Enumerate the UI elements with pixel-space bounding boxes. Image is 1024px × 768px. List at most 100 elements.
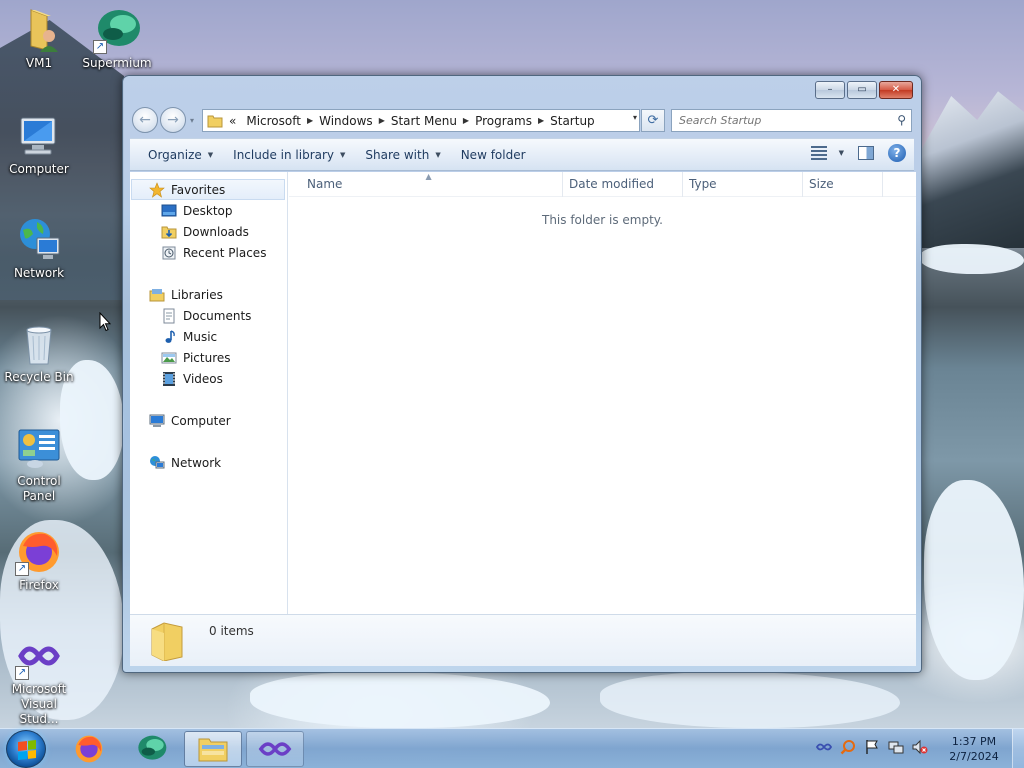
nav-network[interactable]: Network bbox=[130, 452, 287, 473]
taskbar-supermium[interactable] bbox=[122, 731, 180, 767]
breadcrumb-startup[interactable]: Startup bbox=[544, 114, 601, 128]
maximize-button[interactable]: ▭ bbox=[847, 81, 877, 99]
breadcrumb-start-menu[interactable]: Start Menu ▶ bbox=[385, 114, 469, 128]
minimize-button[interactable]: – bbox=[815, 81, 845, 99]
desktop-wallpaper-ice bbox=[600, 672, 900, 728]
empty-folder-message: This folder is empty. bbox=[542, 213, 663, 227]
breadcrumb-microsoft[interactable]: Microsoft ▶ bbox=[240, 114, 313, 128]
taskbar-windows-explorer[interactable] bbox=[184, 731, 242, 767]
navigation-pane: Favorites Desktop Downloads Recent Place… bbox=[130, 172, 288, 614]
search-tray-icon[interactable] bbox=[840, 739, 856, 755]
action-center-flag-icon[interactable] bbox=[864, 739, 880, 755]
desktop-icon-control-panel[interactable]: Control Panel bbox=[0, 424, 78, 504]
desktop-icon-firefox[interactable]: ↗ Firefox bbox=[0, 528, 78, 593]
mouse-cursor-icon bbox=[99, 312, 111, 332]
organize-button[interactable]: Organize ▼ bbox=[138, 148, 223, 162]
folder-icon bbox=[207, 115, 223, 127]
caret-down-icon: ▼ bbox=[207, 150, 214, 159]
visual-studio-icon bbox=[258, 742, 292, 756]
column-header-date-modified[interactable]: Date modified bbox=[563, 172, 683, 197]
main-panes: Favorites Desktop Downloads Recent Place… bbox=[130, 172, 916, 614]
network-tray-icon[interactable] bbox=[888, 739, 904, 755]
forward-button[interactable]: → bbox=[160, 107, 186, 133]
search-box[interactable]: ⚲ bbox=[671, 109, 912, 132]
include-in-library-button[interactable]: Include in library ▼ bbox=[223, 148, 355, 162]
new-folder-button[interactable]: New folder bbox=[451, 148, 536, 162]
shortcut-arrow-icon: ↗ bbox=[15, 666, 29, 680]
desktop-wallpaper-mountain bbox=[920, 91, 1024, 248]
back-button[interactable]: ← bbox=[132, 107, 158, 133]
desktop-wallpaper-ice bbox=[250, 672, 550, 728]
desktop-icon-label: Microsoft Visual Stud... bbox=[11, 682, 67, 726]
help-icon[interactable]: ? bbox=[888, 144, 906, 162]
desktop-icon-recycle-bin[interactable]: Recycle Bin bbox=[0, 320, 78, 385]
share-with-button[interactable]: Share with ▼ bbox=[355, 148, 450, 162]
taskbar-clock[interactable]: 1:37 PM 2/7/2024 bbox=[946, 734, 1002, 764]
column-header-type[interactable]: Type bbox=[683, 172, 803, 197]
nav-documents[interactable]: Documents bbox=[130, 305, 287, 326]
windows-logo-icon bbox=[18, 740, 36, 760]
computer-icon bbox=[149, 413, 165, 429]
taskbar-visual-studio[interactable] bbox=[246, 731, 304, 767]
taskbar-firefox[interactable] bbox=[60, 731, 118, 767]
documents-icon bbox=[161, 308, 177, 324]
address-bar[interactable]: « Microsoft ▶ Windows ▶ Start Menu ▶ Progra… bbox=[202, 109, 640, 132]
start-button[interactable] bbox=[6, 730, 46, 768]
desktop-icon bbox=[161, 203, 177, 219]
caret-down-icon[interactable]: ▼ bbox=[839, 149, 844, 157]
nav-pictures[interactable]: Pictures bbox=[130, 347, 287, 368]
address-dropdown-button[interactable]: ▾ bbox=[633, 113, 637, 122]
network-icon bbox=[15, 216, 63, 264]
clock-date: 2/7/2024 bbox=[949, 750, 999, 763]
caret-down-icon: ▼ bbox=[435, 150, 441, 159]
nav-music[interactable]: Music bbox=[130, 326, 287, 347]
nav-favorites[interactable]: Favorites bbox=[131, 179, 285, 200]
computer-icon bbox=[15, 112, 63, 160]
breadcrumb-programs[interactable]: Programs ▶ bbox=[469, 114, 544, 128]
navigation-buttons: ← → ▾ bbox=[132, 107, 194, 133]
file-list[interactable]: ▲ Name Date modified Type Size This fold… bbox=[289, 172, 916, 614]
shortcut-arrow-icon: ↗ bbox=[15, 562, 29, 576]
volume-muted-icon[interactable] bbox=[912, 739, 928, 755]
explorer-window: – ▭ ✕ ← → ▾ « Microsoft ▶ Windows ▶ Start … bbox=[122, 75, 922, 673]
firefox-icon bbox=[75, 735, 103, 763]
supermium-icon: ↗ bbox=[93, 6, 141, 54]
desktop-icon-visual-studio[interactable]: ↗ Microsoft Visual Stud... bbox=[0, 632, 78, 727]
search-icon[interactable]: ⚲ bbox=[897, 113, 906, 127]
caption-buttons: – ▭ ✕ bbox=[815, 81, 913, 99]
breadcrumb-overflow-button[interactable]: « bbox=[229, 114, 240, 128]
desktop-icon-network[interactable]: Network bbox=[0, 216, 78, 281]
folder-icon bbox=[151, 622, 183, 661]
column-header-size[interactable]: Size bbox=[803, 172, 883, 197]
close-button[interactable]: ✕ bbox=[879, 81, 913, 99]
control-panel-icon bbox=[15, 424, 63, 472]
desktop-icon-label: Control Panel bbox=[17, 474, 61, 503]
desktop-icon-vm1[interactable]: VM1 bbox=[0, 6, 78, 71]
refresh-button[interactable]: ⟳ bbox=[641, 109, 665, 132]
nav-recent-places[interactable]: Recent Places bbox=[130, 242, 287, 263]
desktop-icon-label: Network bbox=[13, 266, 65, 280]
desktop-wallpaper-ice bbox=[920, 244, 1024, 274]
breadcrumb-windows[interactable]: Windows ▶ bbox=[313, 114, 385, 128]
column-header-name[interactable]: ▲ Name bbox=[289, 172, 563, 197]
sort-ascending-icon: ▲ bbox=[425, 172, 432, 181]
desktop-icon-label: Computer bbox=[9, 162, 69, 176]
show-desktop-button[interactable] bbox=[1012, 729, 1024, 768]
recent-pages-dropdown[interactable]: ▾ bbox=[190, 116, 194, 125]
search-input[interactable] bbox=[679, 114, 879, 127]
desktop-icon-supermium[interactable]: ↗ Supermium bbox=[78, 6, 156, 71]
nav-desktop[interactable]: Desktop bbox=[130, 200, 287, 221]
desktop-icon-label: Recycle Bin bbox=[4, 370, 74, 384]
desktop-icon-computer[interactable]: Computer bbox=[0, 112, 78, 177]
preview-pane-icon[interactable] bbox=[858, 146, 874, 160]
visual-studio-tray-icon[interactable] bbox=[815, 739, 833, 755]
nav-videos[interactable]: Videos bbox=[130, 368, 287, 389]
nav-libraries[interactable]: Libraries bbox=[130, 284, 287, 305]
nav-downloads[interactable]: Downloads bbox=[130, 221, 287, 242]
nav-computer[interactable]: Computer bbox=[130, 410, 287, 431]
change-view-button[interactable]: ▼ bbox=[810, 146, 844, 160]
details-view-icon bbox=[810, 146, 827, 160]
network-icon bbox=[149, 455, 165, 471]
music-icon bbox=[161, 329, 177, 345]
recent-places-icon bbox=[161, 245, 177, 261]
